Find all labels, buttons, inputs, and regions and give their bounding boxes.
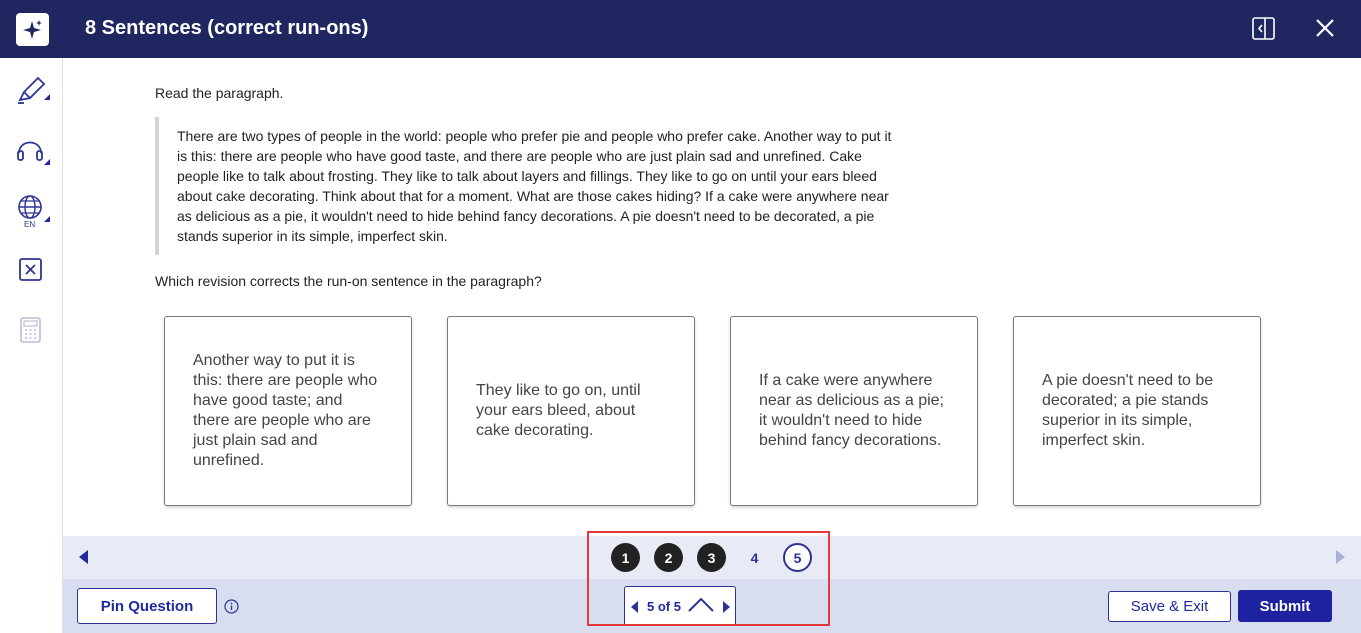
passage-line: people like to talk about frosting. They… <box>177 168 877 184</box>
question-stem: Which revision corrects the run-on sente… <box>155 273 542 289</box>
passage-line: as delicious as a pie, it wouldn't need … <box>177 208 875 224</box>
collapse-panel-icon[interactable] <box>1252 17 1275 40</box>
submit-button[interactable]: Submit <box>1238 590 1332 622</box>
chevron-up-icon[interactable] <box>687 596 715 619</box>
passage-line: There are two types of people in the wor… <box>177 128 892 144</box>
info-icon[interactable] <box>224 599 239 614</box>
tool-sidebar: EN <box>0 58 63 633</box>
save-exit-button[interactable]: Save & Exit <box>1108 591 1231 622</box>
answer-choice-text: They like to go on, until your ears blee… <box>476 382 641 439</box>
passage-line: is this: there are people who have good … <box>177 148 862 164</box>
pager-next-arrow-icon[interactable] <box>723 601 730 613</box>
answer-choice-a[interactable]: Another way to put it is this: there are… <box>164 316 412 506</box>
question-content: Read the paragraph. There are two types … <box>63 58 1361 536</box>
sparkle-icon[interactable] <box>16 13 49 46</box>
question-nav-strip: 1 2 3 4 5 <box>63 536 1361 579</box>
question-prompt: Read the paragraph. <box>155 85 284 101</box>
pager-prev-arrow-icon[interactable] <box>631 601 638 613</box>
calculator-icon <box>14 314 52 352</box>
pin-question-button[interactable]: Pin Question <box>77 588 217 624</box>
answer-choice-c[interactable]: If a cake were anywhere near as deliciou… <box>730 316 978 506</box>
answer-choice-b[interactable]: They like to go on, until your ears blee… <box>447 316 695 506</box>
globe-icon[interactable]: EN <box>14 192 52 230</box>
page-title: 8 Sentences (correct run-ons) <box>85 17 369 39</box>
question-number-5[interactable]: 5 <box>783 543 812 572</box>
question-pager: 5 of 5 <box>624 586 736 626</box>
next-arrow-icon[interactable] <box>1336 550 1345 564</box>
top-bar: 8 Sentences (correct run-ons) <box>0 0 1361 58</box>
question-number-4[interactable]: 4 <box>740 543 769 572</box>
passage: There are two types of people in the wor… <box>155 117 945 255</box>
previous-arrow-icon[interactable] <box>79 550 88 564</box>
answer-choice-text: Another way to put it is this: there are… <box>193 352 378 469</box>
question-number-2[interactable]: 2 <box>654 543 683 572</box>
answer-choice-text: A pie doesn't need to be decorated; a pi… <box>1042 372 1214 449</box>
highlighter-icon[interactable] <box>14 72 52 110</box>
question-number-3[interactable]: 3 <box>697 543 726 572</box>
passage-line: stands superior in its simple, imperfect… <box>177 228 448 244</box>
answer-choice-text: If a cake were anywhere near as deliciou… <box>759 372 944 449</box>
close-icon[interactable] <box>1314 17 1336 39</box>
answer-choice-d[interactable]: A pie doesn't need to be decorated; a pi… <box>1013 316 1261 506</box>
headphones-icon[interactable] <box>14 131 52 169</box>
bottom-bar: Pin Question 5 of 5 Save & Exit Submit <box>63 579 1361 633</box>
language-label: EN <box>24 220 36 229</box>
question-number-1[interactable]: 1 <box>611 543 640 572</box>
passage-line: about cake decorating. Think about that … <box>177 188 889 204</box>
pager-label[interactable]: 5 of 5 <box>647 599 681 614</box>
eliminator-icon[interactable] <box>14 255 52 293</box>
